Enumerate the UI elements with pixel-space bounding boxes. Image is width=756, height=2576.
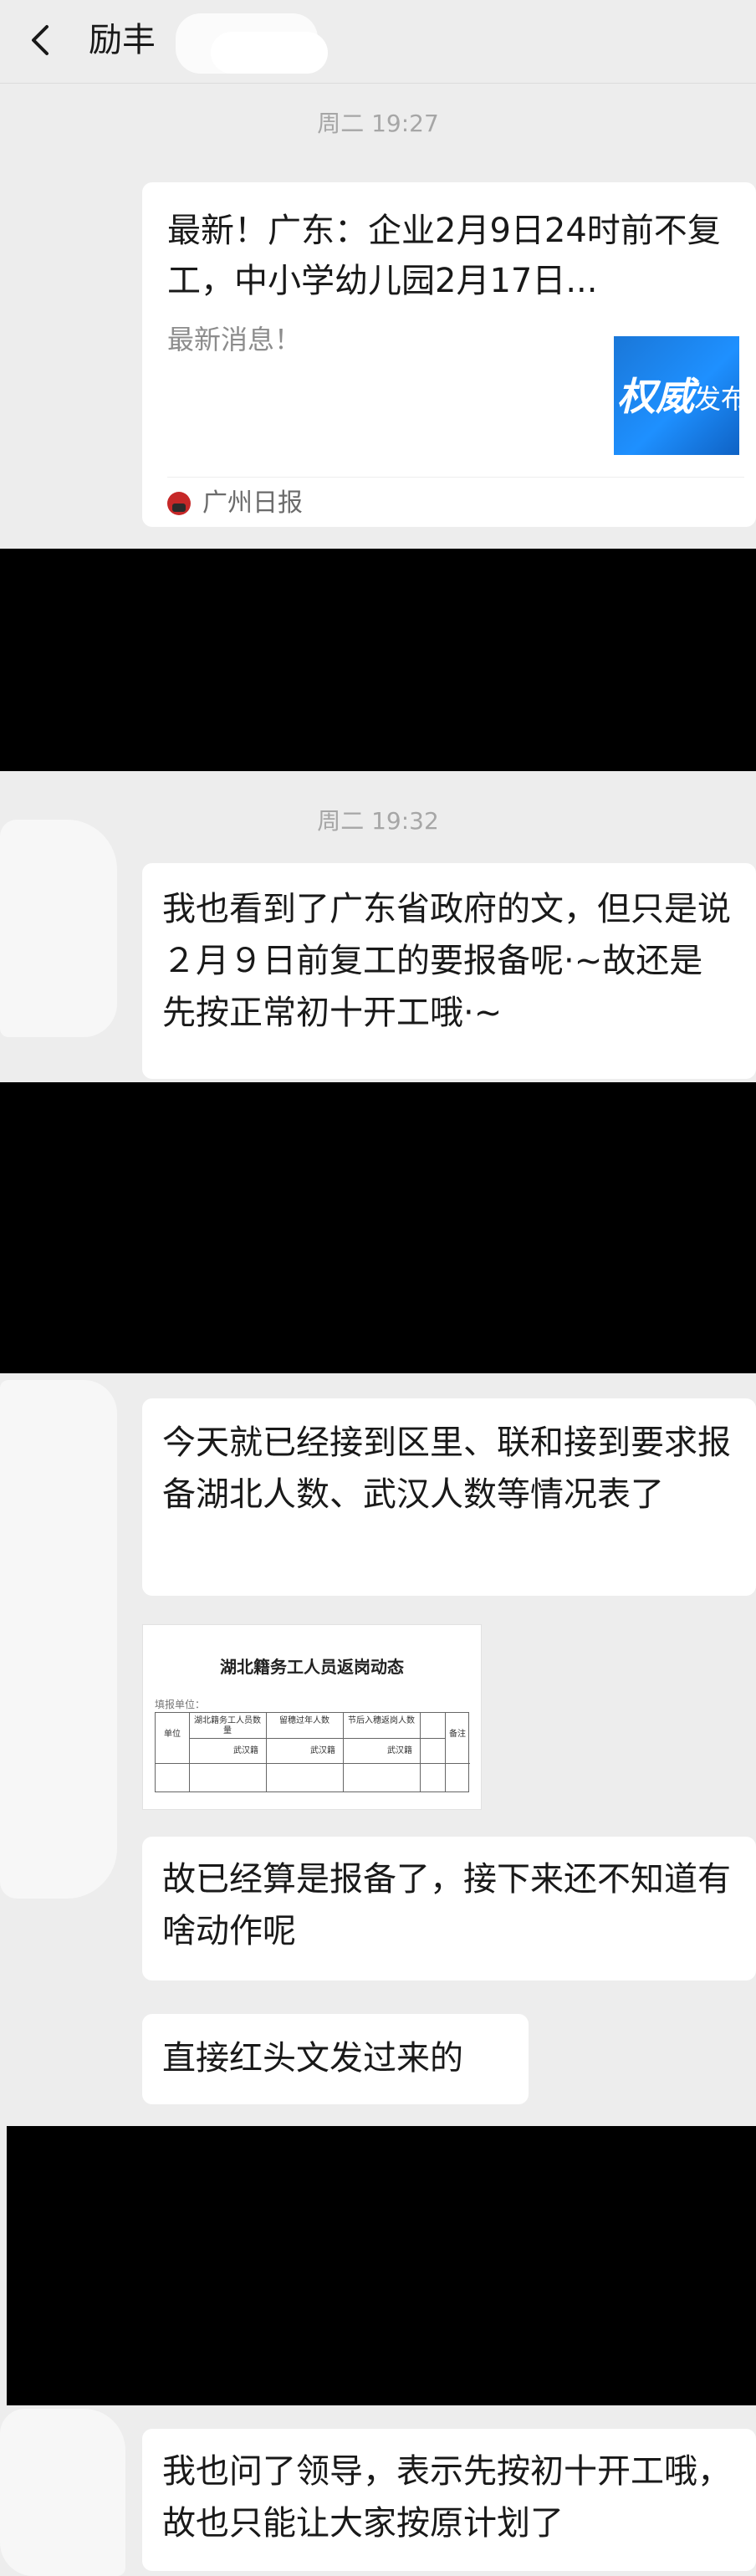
article-title: 最新！广东：企业2月9日24时前不复工，中小学幼儿园2月17日... [167, 212, 721, 300]
chevron-left-icon [32, 25, 49, 55]
document-image-message[interactable]: 湖北籍务工人员返岗动态 填报单位： 单位 湖北籍务工人员数量 留穗过年人数 节后… [142, 1624, 482, 1810]
message-text: 直接红头文发过来的 [162, 2039, 463, 2078]
document-table: 单位 湖北籍务工人员数量 留穗过年人数 节后入穗返岗人数 备注 武汉籍 武汉籍 … [155, 1712, 470, 1792]
timestamp: 周二 19:27 [317, 110, 439, 137]
message-bubble[interactable]: 我也看到了广东省政府的文，但只是说２月９日前复工的要报备呢·~故还是先按正常初十… [142, 863, 756, 1079]
message-text: 今天就已经接到区里、联和接到要求报备湖北人数、武汉人数等情况表了 [162, 1423, 731, 1514]
message-text: 我也看到了广东省政府的文，但只是说２月９日前复工的要报备呢·~故还是先按正常初十… [162, 890, 731, 1032]
article-source: 广州日报 [202, 488, 303, 518]
thumbnail-text-2: 发布 [694, 383, 739, 415]
card-divider [167, 477, 744, 478]
table-header-cell: 湖北籍务工人员数量 [194, 1716, 261, 1735]
article-card[interactable]: 最新！广东：企业2月9日24时前不复工，中小学幼儿园2月17日... 最新消息！… [142, 182, 756, 527]
message-bubble[interactable]: 故已经算是报备了，接下来还不知道有啥动作呢 [142, 1837, 756, 1981]
avatar-redaction [0, 820, 117, 1037]
table-header-cell: 节后入穗返岗人数 [348, 1716, 415, 1725]
table-header-cell: 留穗过年人数 [279, 1716, 329, 1725]
redaction-block [0, 1082, 756, 1373]
chat-title: 励丰 [89, 21, 156, 59]
table-subheader-cell: 武汉籍 [233, 1746, 258, 1756]
table-header-cell: 备注 [449, 1730, 466, 1739]
message-text: 故已经算是报备了，接下来还不知道有啥动作呢 [162, 1860, 731, 1950]
thumbnail-text: 权威 [617, 374, 694, 419]
document-heading: 湖北籍务工人员返岗动态 [220, 1657, 404, 1677]
message-bubble[interactable]: 我也问了领导，表示先按初十开工哦，故也只能让大家按原计划了 [142, 2429, 756, 2571]
avatar-redaction [0, 1380, 117, 1899]
redaction-block [7, 2126, 756, 2405]
article-description: 最新消息！ [167, 324, 302, 355]
message-text: 我也问了领导，表示先按初十开工哦，故也只能让大家按原计划了 [162, 2452, 731, 2543]
document-subtitle: 填报单位： [155, 1699, 206, 1710]
table-subheader-cell: 武汉籍 [310, 1746, 335, 1756]
back-button[interactable] [23, 22, 60, 59]
message-bubble[interactable]: 今天就已经接到区里、联和接到要求报备湖北人数、武汉人数等情况表了 [142, 1398, 756, 1596]
redaction-block [0, 549, 756, 771]
message-bubble[interactable]: 直接红头文发过来的 [142, 2014, 529, 2104]
article-thumbnail: 权威 发布 [614, 336, 739, 455]
name-redaction-2 [211, 32, 328, 74]
timestamp: 周二 19:32 [317, 807, 439, 835]
table-header-cell: 单位 [164, 1730, 181, 1739]
avatar-redaction [0, 2409, 125, 2576]
newspaper-logo-icon [167, 492, 191, 515]
chat-header: 励丰 [0, 0, 756, 84]
table-subheader-cell: 武汉籍 [387, 1746, 412, 1756]
